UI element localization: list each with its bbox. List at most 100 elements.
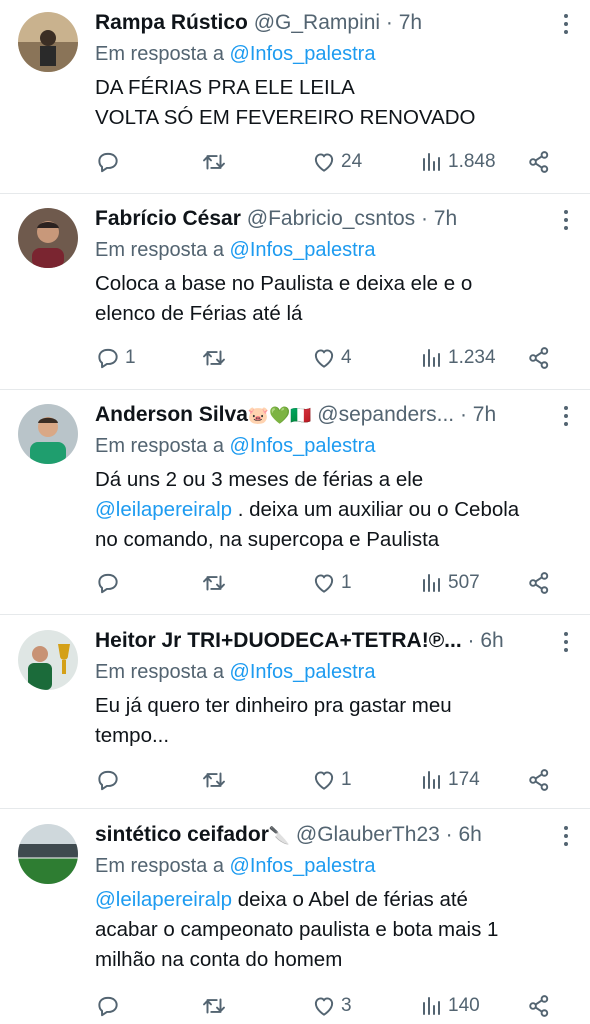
tweet-text: DA FÉRIAS PRA ELE LEILA VOLTA SÓ EM FEVE… — [95, 73, 565, 133]
reply-to-mention[interactable]: @Infos_palestra — [230, 855, 376, 877]
like-button[interactable]: 24 — [311, 147, 362, 177]
name-emoji: 🔪 — [268, 826, 291, 845]
like-count: 4 — [341, 347, 352, 368]
display-name[interactable]: Rampa Rústico — [95, 11, 248, 34]
share-button[interactable] — [526, 991, 552, 1021]
share-button[interactable] — [526, 343, 552, 373]
display-name[interactable]: Heitor Jr TRI+DUODECA+TETRA!℗... — [95, 629, 462, 652]
share-button[interactable] — [526, 765, 552, 795]
more-icon[interactable] — [564, 210, 570, 234]
timestamp[interactable]: · 6h — [446, 823, 482, 846]
share-button[interactable] — [526, 568, 552, 598]
reply-prefix: Em resposta a — [95, 661, 224, 683]
like-icon — [314, 771, 334, 790]
retweet-icon — [203, 154, 225, 170]
tweet-text-line: Dá uns 2 ou 3 meses de férias a ele — [95, 468, 424, 491]
tweet[interactable]: sintético ceifador🔪 @GlauberTh23 · 6h Em… — [0, 812, 590, 1024]
like-button[interactable]: 1 — [311, 568, 352, 598]
reply-context: Em resposta a @Infos_palestra — [95, 433, 375, 459]
views-button[interactable]: 1.234 — [420, 343, 496, 373]
action-bar: 3 140 — [95, 991, 565, 1021]
tweet-text: @leilapereiralp deixa o Abel de férias a… — [95, 885, 565, 975]
tweet-header: Rampa Rústico @G_Rampini · 7h — [95, 10, 555, 36]
views-count: 1.848 — [448, 151, 496, 172]
tweet-text-line: @leilapereiralp . deixa um auxiliar ou o… — [95, 495, 565, 525]
reply-count: 1 — [125, 347, 136, 368]
retweet-button[interactable] — [201, 568, 231, 598]
tweet-text: Dá uns 2 ou 3 meses de férias a ele @lei… — [95, 465, 565, 555]
more-icon[interactable] — [564, 406, 570, 430]
tweet-text: Eu já quero ter dinheiro pra gastar meu … — [95, 691, 565, 751]
more-icon[interactable] — [564, 632, 570, 656]
reply-icon — [98, 348, 118, 369]
timestamp[interactable]: · 7h — [386, 11, 422, 34]
reply-button[interactable] — [95, 568, 125, 598]
tweet[interactable]: Heitor Jr TRI+DUODECA+TETRA!℗... · 6h Em… — [0, 618, 590, 808]
avatar[interactable] — [18, 208, 78, 268]
tweet[interactable]: Rampa Rústico @G_Rampini · 7h Em respost… — [0, 0, 590, 193]
timestamp[interactable]: · 7h — [460, 403, 496, 426]
timestamp[interactable]: · 7h — [421, 207, 457, 230]
retweet-button[interactable] — [201, 765, 231, 795]
handle[interactable]: @Fabricio_csntos — [247, 207, 415, 230]
action-bar: 24 1.848 — [95, 147, 565, 177]
action-bar: 1 507 — [95, 568, 565, 598]
tweet-text-line: DA FÉRIAS PRA ELE LEILA — [95, 76, 355, 99]
tweet-text-line: VOLTA SÓ EM FEVEREIRO RENOVADO — [95, 106, 476, 129]
timestamp[interactable]: · 6h — [468, 629, 504, 652]
views-count: 140 — [448, 995, 480, 1016]
divider — [0, 389, 590, 390]
tweet-header: sintético ceifador🔪 @GlauberTh23 · 6h — [95, 822, 555, 849]
share-button[interactable] — [526, 147, 552, 177]
views-button[interactable]: 140 — [420, 991, 480, 1021]
display-name[interactable]: sintético ceifador — [95, 823, 269, 846]
reply-button[interactable] — [95, 991, 125, 1021]
display-name[interactable]: Fabrício César — [95, 207, 241, 230]
reply-to-mention[interactable]: @Infos_palestra — [230, 435, 376, 457]
reply-button[interactable] — [95, 147, 125, 177]
tweet[interactable]: Anderson Silva🐷💚🇮🇹 @sepanders... · 7h Em… — [0, 392, 590, 614]
reply-button[interactable]: 1 — [95, 343, 136, 373]
reply-to-mention[interactable]: @Infos_palestra — [230, 43, 376, 65]
reply-icon — [98, 770, 118, 791]
handle[interactable]: @GlauberTh23 — [296, 823, 440, 846]
tweet-text-line: @leilapereiralp deixa o Abel de férias a… — [95, 885, 565, 915]
views-button[interactable]: 1.848 — [420, 147, 496, 177]
retweet-button[interactable] — [201, 147, 231, 177]
avatar[interactable] — [18, 404, 78, 464]
views-icon — [423, 574, 440, 592]
tweet[interactable]: Fabrício César @Fabricio_csntos · 7h Em … — [0, 196, 590, 389]
handle[interactable]: @G_Rampini — [254, 11, 380, 34]
reply-to-mention[interactable]: @Infos_palestra — [230, 239, 376, 261]
reply-prefix: Em resposta a — [95, 239, 224, 261]
share-icon — [529, 347, 549, 369]
more-icon[interactable] — [564, 14, 570, 38]
retweet-button[interactable] — [201, 343, 231, 373]
reply-to-mention[interactable]: @Infos_palestra — [230, 661, 376, 683]
more-icon[interactable] — [564, 826, 570, 850]
reply-icon — [98, 573, 118, 594]
name-emoji: 🐷💚🇮🇹 — [247, 406, 312, 425]
tweet-header: Anderson Silva🐷💚🇮🇹 @sepanders... · 7h — [95, 402, 555, 429]
avatar[interactable] — [18, 12, 78, 72]
like-button[interactable]: 4 — [311, 343, 352, 373]
mention-link[interactable]: @leilapereiralp — [95, 888, 232, 911]
views-button[interactable]: 507 — [420, 568, 480, 598]
action-bar: 1 4 1.234 — [95, 343, 565, 373]
mention-link[interactable]: @leilapereiralp — [95, 498, 232, 521]
like-icon — [314, 574, 334, 593]
views-count: 507 — [448, 572, 480, 593]
display-name[interactable]: Anderson Silva — [95, 403, 248, 426]
reply-icon — [98, 152, 118, 173]
like-button[interactable]: 3 — [311, 991, 352, 1021]
reply-prefix: Em resposta a — [95, 43, 224, 65]
retweet-button[interactable] — [201, 991, 231, 1021]
views-button[interactable]: 174 — [420, 765, 480, 795]
handle[interactable]: @sepanders... — [317, 403, 454, 426]
avatar[interactable] — [18, 630, 78, 690]
like-button[interactable]: 1 — [311, 765, 352, 795]
reply-button[interactable] — [95, 765, 125, 795]
share-icon — [529, 995, 549, 1017]
reply-prefix: Em resposta a — [95, 435, 224, 457]
avatar[interactable] — [18, 824, 78, 884]
